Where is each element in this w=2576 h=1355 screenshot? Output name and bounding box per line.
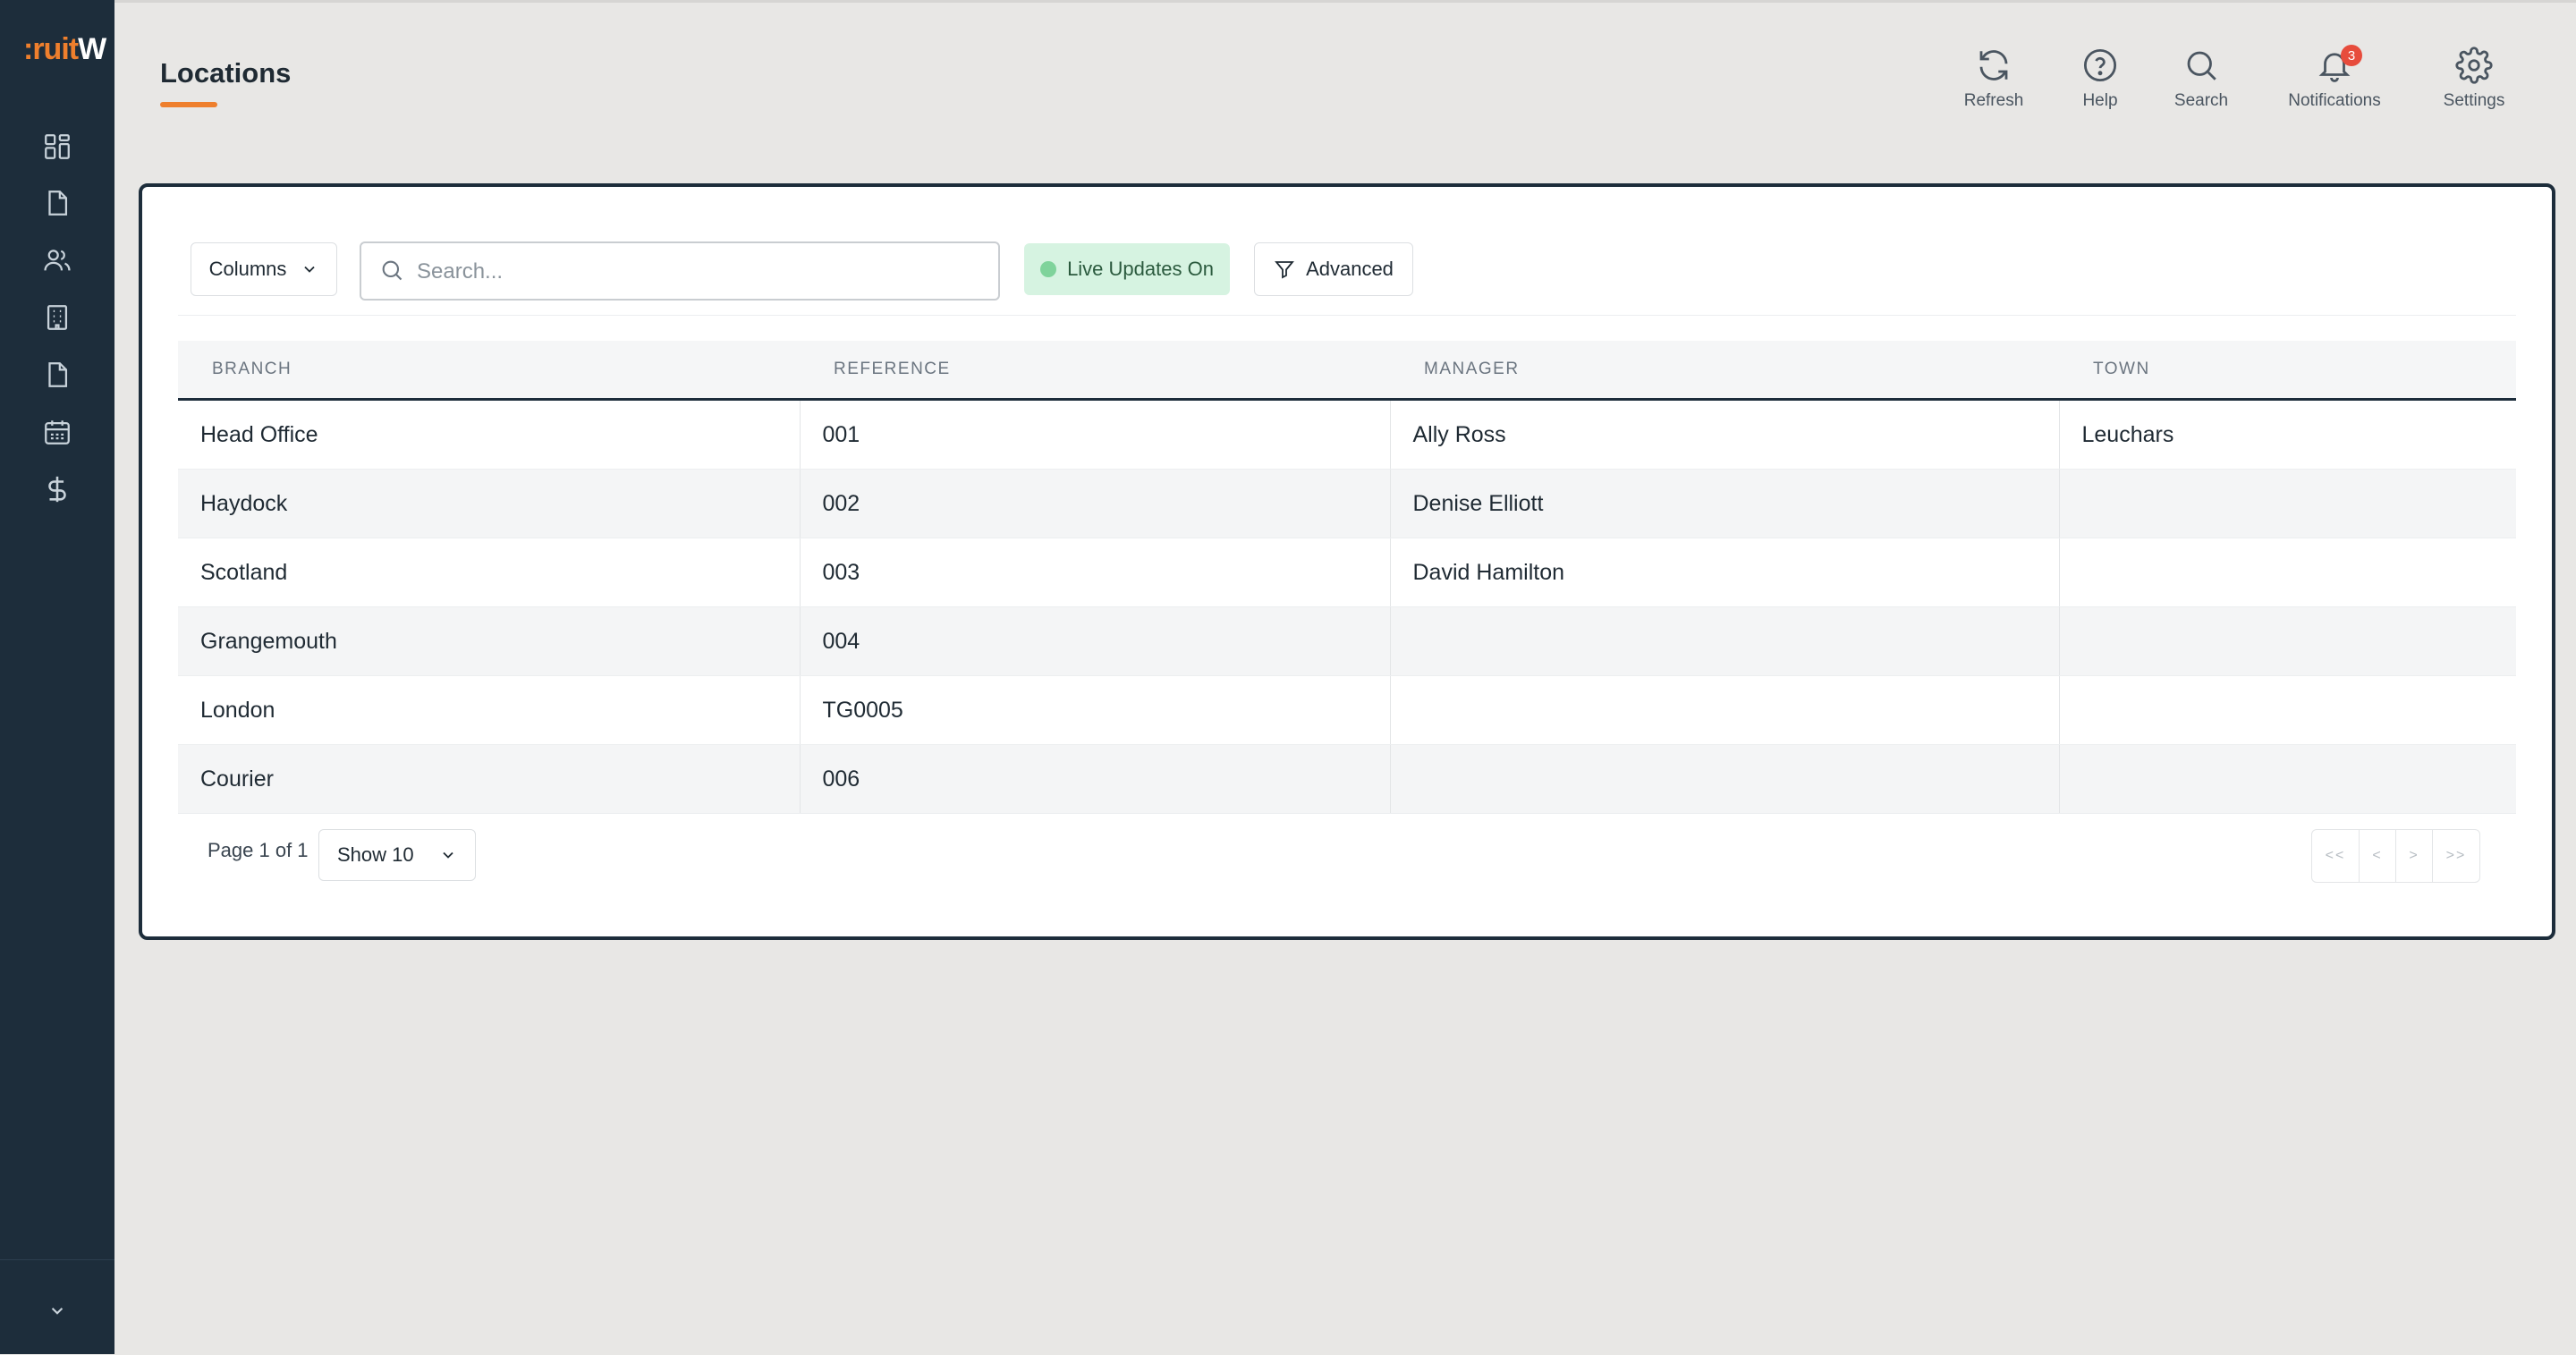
column-header-manager[interactable]: MANAGER (1390, 341, 2059, 401)
pagination-controls: << < > >> (2311, 829, 2480, 883)
town-cell (2058, 469, 2516, 538)
calendar-icon[interactable] (39, 414, 75, 450)
dollar-icon[interactable] (39, 471, 75, 507)
branch-cell: Head Office (178, 399, 800, 470)
locations-table: BRANCH REFERENCE MANAGER TOWN Head Offic… (178, 341, 2516, 814)
town-cell (2058, 675, 2516, 745)
branch-cell: Scotland (178, 538, 800, 607)
help-icon (2083, 48, 2117, 82)
manager-cell (1389, 606, 2059, 676)
manager-cell: David Hamilton (1389, 538, 2059, 607)
table-row[interactable]: Grangemouth 004 (178, 606, 2516, 676)
help-button[interactable]: Help (2073, 47, 2127, 120)
page-indicator: Page 1 of 1 (208, 839, 309, 861)
columns-button[interactable]: Columns (191, 242, 337, 296)
live-updates-toggle[interactable]: Live Updates On (1024, 243, 1230, 295)
notification-badge: 3 (2341, 45, 2362, 66)
manager-cell (1389, 744, 2059, 814)
title-underline (160, 102, 217, 107)
search-icon (382, 260, 402, 281)
column-header-reference[interactable]: REFERENCE (800, 341, 1390, 401)
chevron-down-icon[interactable] (39, 1292, 75, 1328)
page-title: Locations (160, 57, 292, 89)
document-icon[interactable] (39, 185, 75, 221)
reference-cell: 001 (799, 399, 1390, 470)
refresh-button[interactable]: Refresh (1959, 47, 2029, 120)
gear-icon (2455, 47, 2493, 84)
manager-cell: Denise Elliott (1389, 469, 2059, 538)
file-icon[interactable] (39, 357, 75, 393)
top-border (114, 0, 2576, 3)
filter-icon (1275, 261, 1294, 279)
town-cell: Leuchars (2058, 399, 2516, 470)
status-dot-icon (1040, 261, 1057, 277)
chevron-down-icon (304, 266, 316, 273)
table-row[interactable]: Haydock 002 Denise Elliott (178, 469, 2516, 538)
table-row[interactable]: Scotland 003 David Hamilton (178, 538, 2516, 607)
table-header-row: BRANCH REFERENCE MANAGER TOWN (178, 341, 2516, 401)
town-cell (2058, 538, 2516, 607)
column-header-town[interactable]: TOWN (2059, 341, 2516, 401)
reference-cell: TG0005 (799, 675, 1390, 745)
table-row[interactable]: Courier 006 (178, 744, 2516, 814)
users-icon[interactable] (39, 242, 75, 278)
locations-card: Columns Live Updates On Advanced BRANCH … (139, 183, 2555, 940)
sidebar-footer (0, 1259, 114, 1355)
table-row[interactable]: London TG0005 (178, 675, 2516, 745)
reference-cell: 003 (799, 538, 1390, 607)
sidebar: :ruitW (0, 0, 114, 1354)
advanced-filter-button[interactable]: Advanced (1254, 242, 1413, 296)
search-field[interactable] (360, 241, 1000, 301)
branch-cell: Haydock (178, 469, 800, 538)
search-button[interactable]: Search (2170, 47, 2233, 120)
branch-cell: London (178, 675, 800, 745)
last-page-button[interactable]: >> (2432, 830, 2479, 882)
prev-page-button[interactable]: < (2359, 830, 2395, 882)
town-cell (2058, 744, 2516, 814)
table-row[interactable]: Head Office 001 Ally Ross Leuchars (178, 399, 2516, 470)
reference-cell: 002 (799, 469, 1390, 538)
app-logo[interactable]: :ruitW (0, 32, 114, 72)
reference-cell: 006 (799, 744, 1390, 814)
branch-cell: Grangemouth (178, 606, 800, 676)
chevron-down-icon (442, 851, 453, 859)
building-icon[interactable] (39, 300, 75, 335)
refresh-icon (1979, 50, 2008, 80)
column-header-branch[interactable]: BRANCH (178, 341, 800, 401)
branch-cell: Courier (178, 744, 800, 814)
first-page-button[interactable]: << (2312, 830, 2359, 882)
dashboard-icon[interactable] (39, 129, 75, 165)
reference-cell: 004 (799, 606, 1390, 676)
search-input[interactable] (415, 252, 973, 292)
search-icon (2187, 51, 2216, 80)
toolbar-divider (178, 315, 2516, 316)
page-size-select[interactable]: Show 10 (318, 829, 476, 881)
next-page-button[interactable]: > (2395, 830, 2432, 882)
manager-cell (1389, 675, 2059, 745)
settings-button[interactable]: Settings (2438, 47, 2510, 120)
town-cell (2058, 606, 2516, 676)
manager-cell: Ally Ross (1389, 399, 2059, 470)
notifications-button[interactable]: 3 Notifications (2284, 45, 2385, 120)
